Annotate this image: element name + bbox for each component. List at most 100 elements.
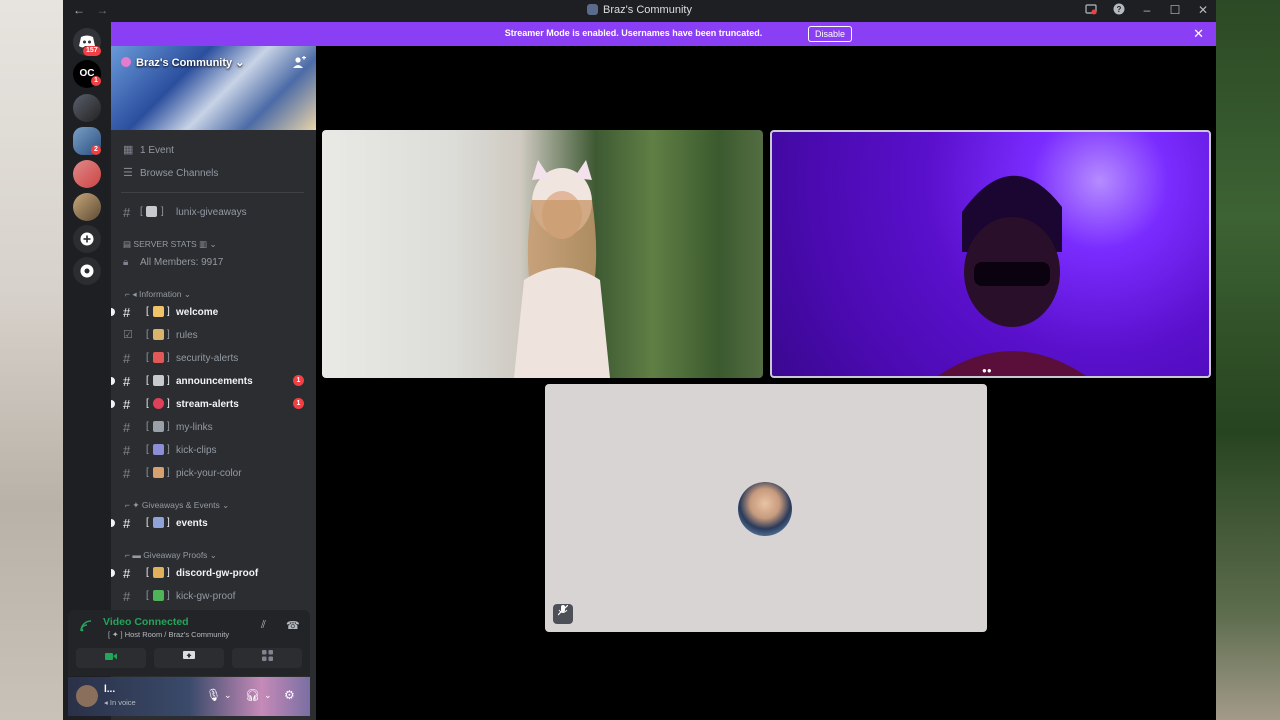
close-icon[interactable]: ✕ [1196,3,1210,18]
background-room-right [1216,0,1280,720]
avatar [738,482,792,536]
server-badge: 1 [91,76,101,86]
muted-icon [553,604,573,624]
text-channel-icon: # [123,443,131,458]
dm-badge: 157 [83,46,101,56]
channel-my-links[interactable]: # [] my-links [111,417,316,437]
screen-share-button[interactable] [154,648,224,668]
giveaways-events-category[interactable]: ⌐ ✦ Giveaways & Events ⌄ [111,497,316,513]
chevron-down-icon[interactable]: ⌄ [224,690,232,701]
channel-kick-gw-proof[interactable]: # [] kick-gw-proof [111,586,316,606]
channel-kick-clips[interactable]: # [] kick-clips [111,440,316,460]
chevron-down-icon[interactable]: ⌄ [264,690,272,701]
wave-emoji-icon [153,306,164,317]
banner-text: Streamer Mode is enabled. Usernames have… [504,28,763,38]
unread-pip [111,308,115,316]
server-avatar-icon [587,4,599,15]
gear-icon[interactable]: ⚙ [284,688,295,702]
rules-channel-icon: ☑ [123,329,133,341]
avatar[interactable] [76,685,98,707]
headphones-icon[interactable]: 🎧︎ [245,688,260,702]
newspaper-emoji-icon [153,375,164,386]
microphone-icon[interactable]: 🎙︎ [206,688,221,702]
mention-badge: 1 [293,398,304,409]
mention-badge: 1 [293,375,304,386]
server-header[interactable]: Braz's Community ⌄ [111,46,316,130]
noise-suppression-icon[interactable]: ⫽ [261,619,266,632]
channel-rules[interactable]: ☑ [] rules [111,325,316,345]
channel-discord-gw-proof[interactable]: # [] discord-gw-proof [111,563,316,583]
server-stats-category[interactable]: ▤ SERVER STATS ▥ ⌄ [111,236,316,252]
channel-events[interactable]: # [] events [111,513,316,533]
user-status: ◂ In voice [104,698,136,707]
calendar-icon: ▦ [123,144,134,156]
red-circle-emoji-icon [153,398,164,409]
banner-close-icon[interactable]: ✕ [1193,26,1204,42]
video-tile-2[interactable]: ●● [770,130,1211,378]
text-channel-icon: # [123,516,131,531]
svg-text:?: ? [1117,5,1122,14]
sidebar-divider [121,192,304,193]
participant-video-1 [514,160,610,378]
channel-announcements[interactable]: # [] announcements 1 [111,371,316,391]
maximize-icon[interactable]: ☐ [1168,3,1182,18]
channel-pick-your-color[interactable]: # [] pick-your-color [111,463,316,483]
siren-emoji-icon [153,352,164,363]
direct-messages-button[interactable]: 157 [73,28,101,56]
invite-people-icon[interactable] [292,55,306,70]
unread-pip [111,377,115,385]
text-channel-icon: # [123,374,131,389]
add-server-icon[interactable] [73,225,101,253]
title-bar: ← → Braz's Community ? – ☐ ✕ [63,0,1216,22]
discover-icon[interactable] [73,257,101,285]
voice-connection-panel: Video Connected [ ✦ ] Host Room / Braz's… [68,610,310,676]
activities-button[interactable] [232,648,302,668]
channel-lunix-giveaways[interactable]: # [] lunix-giveaways [111,202,316,222]
server-icon-braz-community[interactable]: 2 [73,127,101,155]
help-icon[interactable]: ? [1112,3,1126,18]
video-tile-1[interactable] [322,130,763,378]
server-icon-6[interactable] [73,193,101,221]
text-channel-icon: # [123,351,131,366]
voice-status[interactable]: Video Connected [103,616,189,628]
disconnect-icon[interactable]: ☎ [286,619,300,632]
list-icon: ☰ [123,167,133,179]
window-title: Braz's Community [63,4,1216,16]
background-room-left [0,0,63,720]
channel-all-members[interactable]: 🔒︎ All Members: 9917 [111,252,316,272]
events-link[interactable]: ▦ 1 Event [111,140,316,160]
server-icon-5[interactable] [73,160,101,188]
camera-button[interactable] [76,648,146,668]
server-icon-oc[interactable]: OC 1 [73,60,101,88]
server-name[interactable]: Braz's Community ⌄ [121,56,244,69]
unread-pip [111,400,115,408]
channel-security-alerts[interactable]: # [] security-alerts [111,348,316,368]
money-emoji-icon [153,590,164,601]
server-icon-3[interactable] [73,94,101,122]
browse-channels-link[interactable]: ☰ Browse Channels [111,163,316,183]
text-channel-icon: # [123,466,131,481]
signal-icon[interactable] [80,620,92,635]
streamer-mode-banner: Streamer Mode is enabled. Usernames have… [111,22,1216,46]
window-controls: ? – ☐ ✕ [1084,3,1210,18]
unread-pip [111,519,115,527]
giveaway-proofs-category[interactable]: ⌐ ▬ Giveaway Proofs ⌄ [111,547,316,563]
text-channel-icon: # [123,589,131,604]
disable-button[interactable]: Disable [808,26,853,42]
channel-stream-alerts[interactable]: # [] stream-alerts 1 [111,394,316,414]
username[interactable]: l... [104,684,115,695]
text-channel-icon: # [123,566,131,581]
channel-welcome[interactable]: # [] welcome [111,302,316,322]
text-channel-icon: # [123,305,131,320]
discord-window: ← → Braz's Community ? – ☐ ✕ 157 OC 1 2 … [63,0,1216,720]
calendar-emoji-icon [153,517,164,528]
gift-emoji-icon [146,206,157,217]
server-badge: 2 [91,145,101,155]
information-category[interactable]: ⌐ ◂ Information ⌄ [111,286,316,302]
film-emoji-icon [153,444,164,455]
scroll-emoji-icon [153,329,164,340]
video-tile-3[interactable] [545,384,987,632]
voice-channel-name[interactable]: [ ✦ ] Host Room / Braz's Community [108,630,229,639]
minimize-icon[interactable]: – [1140,3,1154,18]
inbox-icon[interactable] [1084,3,1098,18]
